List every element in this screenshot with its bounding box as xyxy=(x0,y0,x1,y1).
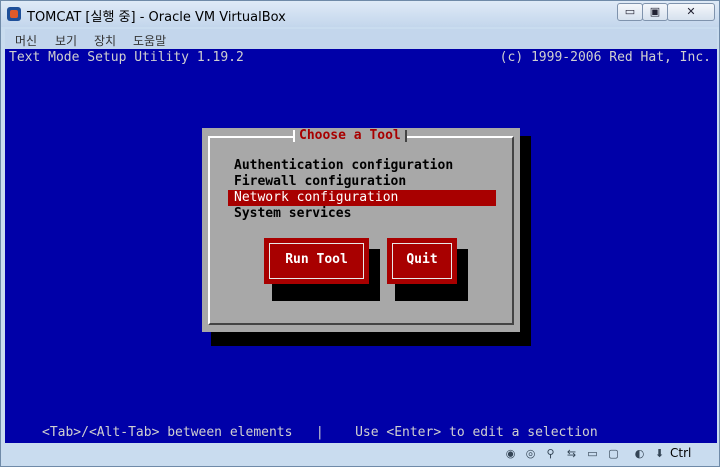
tool-item-authentication[interactable]: Authentication configuration xyxy=(228,158,496,174)
menu-item-view[interactable]: 보기 xyxy=(55,32,77,49)
minimize-button[interactable]: ▭ xyxy=(617,3,643,21)
status-bar: ◉ ◎ ⚲ ⇆ ▭ ▢ ◐ ⬇ Ctrl xyxy=(5,443,717,465)
run-tool-label: Run Tool xyxy=(269,243,364,279)
display-icon[interactable]: ▢ xyxy=(605,445,622,462)
window-title: TOMCAT [실행 중] - Oracle VM VirtualBox xyxy=(27,10,286,25)
tool-list: Authentication configuration Firewall co… xyxy=(228,158,496,222)
quit-label: Quit xyxy=(392,243,452,279)
maximize-button[interactable]: ▣ xyxy=(642,3,668,21)
tool-item-network[interactable]: Network configuration xyxy=(228,190,496,206)
hard-disk-icon[interactable]: ◉ xyxy=(502,445,519,462)
vm-screen[interactable]: Text Mode Setup Utility 1.19.2 (c) 1999-… xyxy=(5,49,717,443)
tool-item-system-services[interactable]: System services xyxy=(228,206,496,222)
network-icon[interactable]: ⇆ xyxy=(563,445,580,462)
dialog-title: Choose a Tool xyxy=(293,128,407,144)
optical-drive-icon[interactable]: ◎ xyxy=(522,445,539,462)
run-tool-button[interactable]: Run Tool xyxy=(264,238,369,284)
tool-item-firewall[interactable]: Firewall configuration xyxy=(228,174,496,190)
close-button[interactable]: ✕ xyxy=(667,3,715,21)
menu-item-help[interactable]: 도움말 xyxy=(133,32,166,49)
menu-item-machine[interactable]: 머신 xyxy=(15,32,37,49)
virtualbox-window: TOMCAT [실행 중] - Oracle VM VirtualBox ▭ ▣… xyxy=(0,0,720,467)
title-bar[interactable]: TOMCAT [실행 중] - Oracle VM VirtualBox ▭ ▣… xyxy=(1,1,719,27)
menu-bar: 머신 보기 장치 도움말 xyxy=(5,29,717,49)
shared-folders-icon[interactable]: ▭ xyxy=(584,445,601,462)
mouse-integration-icon[interactable]: ◐ xyxy=(631,445,648,462)
usb-icon[interactable]: ⚲ xyxy=(542,445,559,462)
virtualbox-app-icon xyxy=(7,7,21,21)
host-key-label: Ctrl xyxy=(670,446,692,460)
utility-header: Text Mode Setup Utility 1.19.2 xyxy=(9,50,244,65)
copyright-header: (c) 1999-2006 Red Hat, Inc. xyxy=(499,50,711,65)
choose-tool-dialog: Choose a Tool Authentication configurati… xyxy=(202,128,520,332)
quit-button[interactable]: Quit xyxy=(387,238,457,284)
menu-item-devices[interactable]: 장치 xyxy=(94,32,116,49)
keyboard-hint: <Tab>/<Alt-Tab> between elements | Use <… xyxy=(42,425,598,440)
host-key-arrow-icon: ⬇ xyxy=(654,447,665,460)
